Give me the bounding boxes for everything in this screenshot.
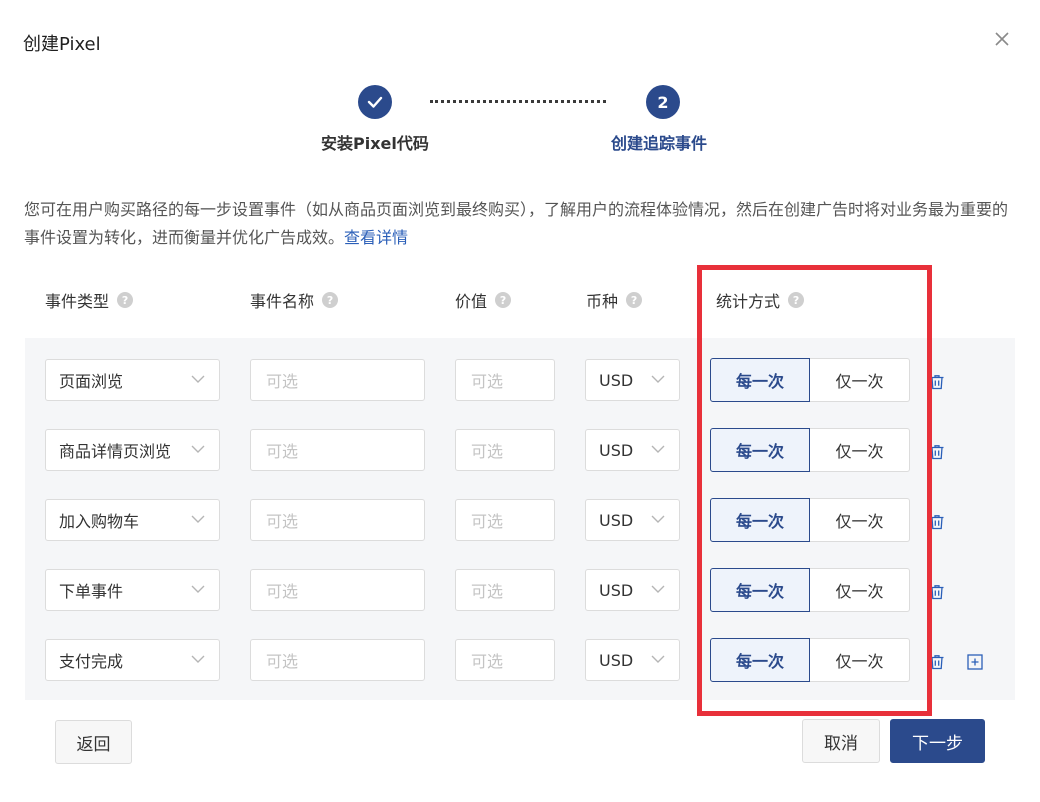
header-currency-label: 币种	[586, 292, 619, 311]
currency-select[interactable]: USD	[585, 499, 680, 541]
event-type-select[interactable]: 商品详情页浏览	[45, 429, 220, 471]
value-input[interactable]: 可选	[455, 429, 555, 471]
chevron-down-icon	[191, 375, 205, 383]
step-2-label: 创建追踪事件	[611, 134, 708, 153]
add-row-icon[interactable]	[966, 653, 984, 671]
step-2-circle: 2	[646, 85, 680, 119]
check-icon	[367, 96, 383, 108]
event-type-value: 下单事件	[59, 582, 124, 601]
header-value: 价值 ?	[455, 288, 512, 312]
event-name-input[interactable]: 可选	[250, 429, 425, 471]
view-details-link[interactable]: 查看详情	[344, 228, 408, 247]
currency-value: USD	[599, 370, 634, 390]
dialog-title: 创建Pixel	[23, 34, 101, 55]
chevron-down-icon	[651, 655, 665, 663]
event-type-select[interactable]: 支付完成	[45, 639, 220, 681]
event-type-select[interactable]: 页面浏览	[45, 359, 220, 401]
help-icon[interactable]: ?	[626, 292, 643, 308]
description-text: 您可在用户购买路径的每一步设置事件（如从商品页面浏览到最终购买），了解用户的流程…	[24, 200, 1009, 247]
next-button[interactable]: 下一步	[890, 719, 985, 763]
back-button[interactable]: 返回	[55, 720, 132, 764]
currency-value: USD	[599, 440, 634, 460]
event-name-input[interactable]: 可选	[250, 569, 425, 611]
help-icon[interactable]: ?	[117, 292, 134, 308]
event-type-select[interactable]: 加入购物车	[45, 499, 220, 541]
currency-value: USD	[599, 510, 634, 530]
step-1-label: 安装Pixel代码	[321, 134, 429, 153]
header-currency: 币种 ?	[586, 288, 643, 312]
chevron-down-icon	[191, 515, 205, 523]
header-value-label: 价值	[455, 292, 488, 311]
event-name-input[interactable]: 可选	[250, 639, 425, 681]
close-icon[interactable]	[991, 28, 1013, 50]
step-1-done-circle	[358, 85, 392, 119]
chevron-down-icon	[651, 375, 665, 383]
value-input[interactable]: 可选	[455, 359, 555, 401]
header-event-type-label: 事件类型	[45, 292, 110, 311]
value-input[interactable]: 可选	[455, 569, 555, 611]
highlight-box	[697, 265, 932, 716]
currency-select[interactable]: USD	[585, 569, 680, 611]
chevron-down-icon	[651, 445, 665, 453]
value-input[interactable]: 可选	[455, 639, 555, 681]
help-icon[interactable]: ?	[322, 292, 339, 308]
currency-select[interactable]: USD	[585, 359, 680, 401]
value-input[interactable]: 可选	[455, 499, 555, 541]
currency-value: USD	[599, 650, 634, 670]
step-2-number: 2	[657, 92, 669, 112]
currency-select[interactable]: USD	[585, 429, 680, 471]
header-event-name-label: 事件名称	[250, 292, 315, 311]
description: 您可在用户购买路径的每一步设置事件（如从商品页面浏览到最终购买），了解用户的流程…	[24, 196, 1016, 252]
event-type-value: 加入购物车	[59, 512, 140, 531]
event-type-value: 页面浏览	[59, 372, 124, 391]
event-type-value: 支付完成	[59, 652, 124, 671]
chevron-down-icon	[191, 585, 205, 593]
currency-select[interactable]: USD	[585, 639, 680, 681]
header-event-name: 事件名称 ?	[250, 288, 339, 312]
header-event-type: 事件类型 ?	[45, 288, 134, 312]
event-name-input[interactable]: 可选	[250, 359, 425, 401]
help-icon[interactable]: ?	[495, 292, 512, 308]
event-type-select[interactable]: 下单事件	[45, 569, 220, 611]
chevron-down-icon	[651, 585, 665, 593]
chevron-down-icon	[189, 440, 207, 458]
cancel-button[interactable]: 取消	[802, 719, 880, 763]
step-connector	[430, 100, 606, 103]
currency-value: USD	[599, 580, 634, 600]
chevron-down-icon	[651, 515, 665, 523]
event-name-input[interactable]: 可选	[250, 499, 425, 541]
event-type-value: 商品详情页浏览	[59, 442, 172, 461]
chevron-down-icon	[191, 655, 205, 663]
